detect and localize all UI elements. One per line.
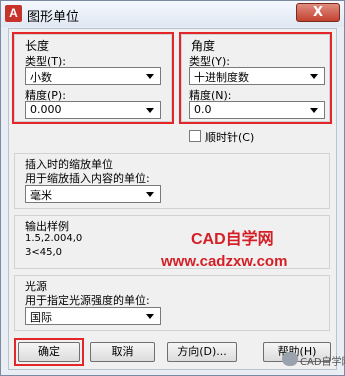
watermark-site-name: CAD自学网 <box>191 231 274 248</box>
length-type-value: 小数 <box>30 71 52 84</box>
close-button[interactable]: X <box>296 3 340 22</box>
insertion-scale-select[interactable]: 毫米 <box>25 185 161 203</box>
lighting-units-select[interactable]: 国际 <box>25 307 161 325</box>
length-precision-select[interactable]: 0.000 <box>25 101 161 119</box>
length-heading: 长度 <box>25 39 50 53</box>
insertion-scale-desc: 用于缩放插入内容的单位: <box>25 172 150 185</box>
chevron-down-icon <box>146 314 154 319</box>
angle-precision-select[interactable]: 0.0 <box>189 101 325 119</box>
angle-precision-value: 0.0 <box>194 103 212 116</box>
sample-output-heading: 输出样例 <box>25 220 69 233</box>
chevron-down-icon <box>146 74 154 79</box>
chevron-down-icon <box>310 108 318 113</box>
title-bar: A 图形单位 X <box>1 1 344 27</box>
cancel-button[interactable]: 取消 <box>90 342 155 362</box>
angle-heading: 角度 <box>191 39 216 53</box>
wechat-watermark-badge: CAD自学网 <box>282 349 345 371</box>
insertion-scale-value: 毫米 <box>30 189 52 202</box>
chevron-down-icon <box>310 74 318 79</box>
window-title: 图形单位 <box>27 10 80 25</box>
sample-output-line-1: 1.5,2.004,0 <box>25 233 83 244</box>
chevron-down-icon <box>146 192 154 197</box>
length-precision-value: 0.000 <box>30 103 62 116</box>
angle-type-value: 十进制度数 <box>194 71 249 84</box>
length-type-select[interactable]: 小数 <box>25 67 161 85</box>
lighting-desc: 用于指定光源强度的单位: <box>25 294 150 307</box>
lighting-units-value: 国际 <box>30 311 52 324</box>
badge-text: CAD自学网 <box>300 357 345 368</box>
autocad-app-icon: A <box>5 5 22 22</box>
sample-output-line-2: 3<45,0 <box>25 247 63 258</box>
chevron-down-icon <box>146 108 154 113</box>
watermark-url: www.cadzxw.com <box>161 253 288 270</box>
clockwise-label[interactable]: 顺时针(C) <box>205 129 254 145</box>
drawing-units-dialog: A 图形单位 X 长度 类型(T): 小数 精度(P): 0.000 角度 类型… <box>0 0 345 376</box>
wechat-icon <box>282 352 298 366</box>
ok-highlight-box <box>14 338 84 366</box>
clockwise-checkbox[interactable] <box>189 130 201 142</box>
direction-button[interactable]: 方向(D)... <box>167 342 237 362</box>
angle-type-select[interactable]: 十进制度数 <box>189 67 325 85</box>
